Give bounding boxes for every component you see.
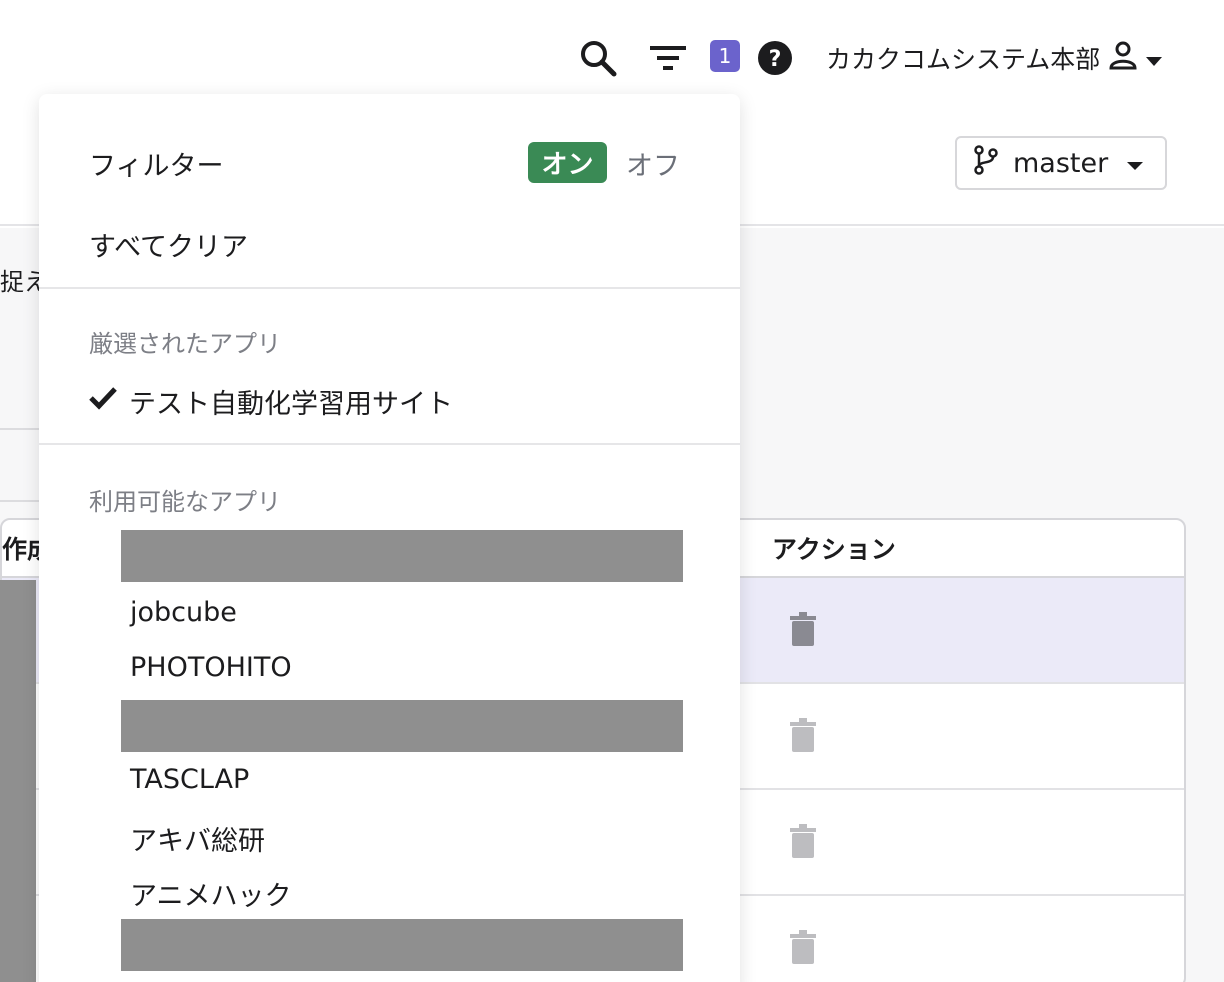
chevron-down-icon xyxy=(1146,44,1163,73)
user-icon xyxy=(1108,40,1138,76)
branch-selector[interactable]: master xyxy=(955,136,1167,190)
app-item-akiba-souken[interactable]: アキバ総研 xyxy=(130,819,265,858)
help-icon[interactable]: ? xyxy=(757,40,793,76)
redacted-app-item[interactable] xyxy=(121,530,683,582)
git-branch-icon xyxy=(973,144,999,182)
available-apps-heading: 利用可能なアプリ xyxy=(89,488,281,516)
selected-app-item[interactable]: テスト自動化学習用サイト xyxy=(89,382,453,421)
divider xyxy=(39,287,740,289)
delete-icon[interactable] xyxy=(790,718,816,752)
app-item-tasclap[interactable]: TASCLAP xyxy=(130,764,249,795)
clear-all-button[interactable]: すべてクリア xyxy=(89,225,248,264)
selected-app-label: テスト自動化学習用サイト xyxy=(129,389,453,420)
user-name: カカクコムシステム本部 xyxy=(826,45,1101,74)
filter-toggle-off[interactable]: オフ xyxy=(626,144,680,183)
chevron-down-icon xyxy=(1127,162,1143,170)
filter-dropdown: フィルター オン オフ すべてクリア 厳選されたアプリ テスト自動化学習用サイト… xyxy=(39,94,740,982)
notification-badge[interactable]: 1 xyxy=(710,40,740,72)
divider xyxy=(39,443,740,445)
redacted-app-item[interactable] xyxy=(121,919,683,971)
selected-apps-heading: 厳選されたアプリ xyxy=(89,330,281,358)
search-icon[interactable] xyxy=(578,38,618,78)
filter-label: フィルター xyxy=(89,151,224,182)
svg-text:?: ? xyxy=(769,47,782,72)
filter-toggle-on[interactable]: オン xyxy=(528,142,607,183)
delete-icon[interactable] xyxy=(790,612,816,646)
delete-icon[interactable] xyxy=(790,824,816,858)
app-item-anime-hack[interactable]: アニメハック xyxy=(130,874,291,913)
user-menu[interactable]: カカクコムシステム本部 xyxy=(826,38,1163,78)
app-item-jobcube[interactable]: jobcube xyxy=(130,597,237,628)
redacted-column xyxy=(0,580,36,982)
column-header-actions: アクション xyxy=(772,535,896,564)
branch-name: master xyxy=(1013,147,1109,179)
check-icon xyxy=(89,386,117,417)
redacted-app-item[interactable] xyxy=(121,700,683,752)
delete-icon[interactable] xyxy=(790,930,816,964)
filter-icon[interactable] xyxy=(648,40,688,76)
app-item-photohito[interactable]: PHOTOHITO xyxy=(130,652,292,683)
